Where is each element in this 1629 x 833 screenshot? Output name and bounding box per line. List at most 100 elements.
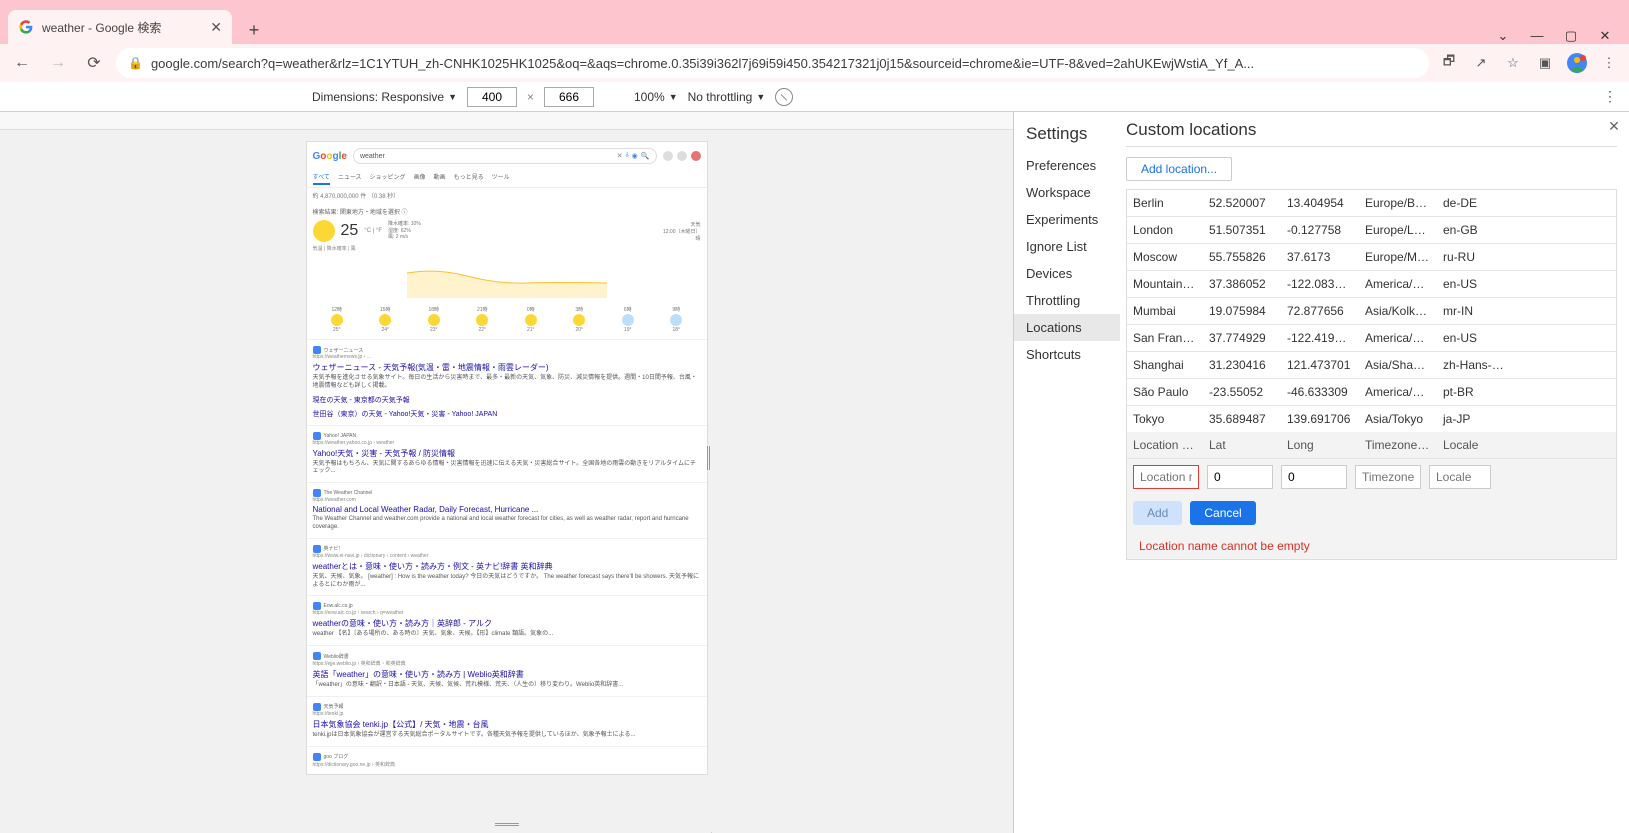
table-row[interactable]: Shanghai31.230416121.473701Asia/Shang...… — [1127, 352, 1616, 379]
settings-nav: Settings PreferencesWorkspaceExperiments… — [1014, 112, 1120, 833]
search-tab[interactable]: ショッピング — [370, 172, 406, 185]
tab-strip: weather - Google 検索 ✕ + ⌄ — ▢ ✕ — [0, 8, 1629, 44]
close-panel-icon[interactable]: ✕ — [1605, 118, 1623, 136]
search-result[interactable]: Eow.alc.co.jphttps://eow.alc.co.jp › sea… — [307, 595, 707, 645]
width-input[interactable] — [467, 87, 517, 107]
search-tab[interactable]: 動画 — [434, 172, 446, 185]
search-tab[interactable]: もっと見る — [454, 172, 484, 185]
share-icon[interactable]: ↗ — [1469, 51, 1493, 75]
search-tab[interactable]: 画像 — [414, 172, 426, 185]
table-row[interactable]: São Paulo-23.55052-46.633309America/Sa..… — [1127, 379, 1616, 406]
cancel-button[interactable]: Cancel — [1190, 501, 1255, 525]
search-tab[interactable]: ニュース — [338, 172, 362, 185]
table-row[interactable]: Tokyo35.689487139.691706Asia/Tokyoja-JP — [1127, 406, 1616, 432]
table-row[interactable]: San Francisco37.774929-122.419416America… — [1127, 325, 1616, 352]
table-row[interactable]: Berlin52.52000713.404954Europe/Berlinde-… — [1127, 190, 1616, 217]
settings-nav-preferences[interactable]: Preferences — [1014, 152, 1120, 179]
temp-unit[interactable]: °C | °F — [364, 228, 382, 234]
ruler — [0, 112, 1013, 130]
chevron-down-icon[interactable]: ⌄ — [1495, 28, 1511, 44]
settings-nav-ignore-list[interactable]: Ignore List — [1014, 233, 1120, 260]
sidepanel-icon[interactable]: ▣ — [1533, 51, 1557, 75]
emulated-page[interactable]: Google weather ✕ ⫰ ◉ 🔍 すべてニュースショッピング画像動 — [307, 142, 707, 774]
resize-handle-right[interactable] — [707, 446, 711, 470]
google-logo[interactable]: Google — [313, 151, 347, 162]
error-message: Location name cannot be empty — [1133, 533, 1316, 553]
settings-nav-throttling[interactable]: Throttling — [1014, 287, 1120, 314]
add-location-form: Add Cancel Location name cannot be empty — [1127, 459, 1616, 559]
mic-icon[interactable]: ⫰ — [626, 152, 629, 160]
hour-forecast[interactable]: 21時22° — [458, 306, 507, 333]
zoom-dropdown[interactable]: 100% ▼ — [634, 90, 678, 104]
rotate-icon[interactable] — [775, 88, 793, 106]
throttling-dropdown[interactable]: No throttling ▼ — [688, 90, 766, 104]
location-name-input[interactable] — [1133, 465, 1199, 489]
account-icon[interactable] — [691, 151, 701, 161]
search-result[interactable]: goo ブログhttps://dictionary.goo.ne.jp › 英和… — [307, 746, 707, 774]
profile-avatar[interactable] — [1565, 51, 1589, 75]
search-tab[interactable]: すべて — [313, 172, 330, 185]
close-window-icon[interactable]: ✕ — [1597, 28, 1613, 44]
address-bar[interactable]: 🔒 google.com/search?q=weather&rlz=1C1YTU… — [116, 48, 1429, 78]
resize-handle-corner[interactable] — [703, 829, 713, 833]
height-input[interactable] — [544, 87, 594, 107]
timezone-input[interactable] — [1355, 465, 1421, 489]
locations-table: Berlin52.52000713.404954Europe/Berlinde-… — [1126, 189, 1617, 560]
resize-handle-bottom[interactable] — [495, 823, 519, 827]
google-favicon-icon — [18, 19, 34, 35]
search-tabs: すべてニュースショッピング画像動画もっと見るツール — [307, 170, 707, 188]
minimize-icon[interactable]: — — [1529, 28, 1545, 44]
hour-forecast[interactable]: 6時19° — [604, 306, 653, 333]
close-tab-icon[interactable]: ✕ — [210, 19, 222, 36]
search-result[interactable]: Yahoo! JAPANhttps://weather.yahoo.co.jp … — [307, 425, 707, 483]
locale-input[interactable] — [1429, 465, 1491, 489]
settings-nav-shortcuts[interactable]: Shortcuts — [1014, 341, 1120, 368]
new-tab-button[interactable]: + — [240, 16, 268, 44]
back-button[interactable]: ← — [8, 49, 36, 77]
table-row[interactable]: London51.507351-0.127758Europe/Lon...en-… — [1127, 217, 1616, 244]
hour-forecast[interactable]: 9時18° — [652, 306, 701, 333]
add-location-button[interactable]: Add location... — [1126, 157, 1232, 181]
device-toolbar-menu-icon[interactable]: ⋮ — [1603, 88, 1617, 105]
translate-icon[interactable]: 🗗 — [1437, 51, 1461, 75]
devtools-settings-panel: Settings PreferencesWorkspaceExperiments… — [1013, 112, 1629, 833]
forward-button[interactable]: → — [44, 49, 72, 77]
settings-nav-workspace[interactable]: Workspace — [1014, 179, 1120, 206]
search-result[interactable]: The Weather Channelhttps://weather.comNa… — [307, 482, 707, 538]
settings-nav-experiments[interactable]: Experiments — [1014, 206, 1120, 233]
search-icon[interactable]: 🔍 — [641, 152, 650, 160]
hour-forecast[interactable]: 0時21° — [507, 306, 556, 333]
lon-input[interactable] — [1281, 465, 1347, 489]
add-button[interactable]: Add — [1133, 501, 1182, 525]
browser-tab[interactable]: weather - Google 検索 ✕ — [8, 10, 232, 44]
search-result[interactable]: 天気予報https://tenki.jp日本気象協会 tenki.jp【公式】/… — [307, 696, 707, 746]
dimensions-dropdown[interactable]: Dimensions: Responsive ▼ — [312, 90, 457, 104]
hour-forecast[interactable]: 12時25° — [313, 306, 362, 333]
table-row[interactable]: Mountain V...37.386052-122.083851America… — [1127, 271, 1616, 298]
lat-input[interactable] — [1207, 465, 1273, 489]
search-result[interactable]: Weblio辞書https://ejje.weblio.jp › 英和辞典・和英… — [307, 645, 707, 696]
search-result[interactable]: 英ナビ！https://www.ei-navi.jp › dictionary … — [307, 538, 707, 596]
temperature-chart — [313, 258, 701, 298]
menu-icon[interactable]: ⋮ — [1597, 51, 1621, 75]
settings-nav-locations[interactable]: Locations — [1014, 314, 1120, 341]
search-tab[interactable]: ツール — [492, 172, 510, 185]
maximize-icon[interactable]: ▢ — [1563, 28, 1579, 44]
hour-forecast[interactable]: 15時24° — [361, 306, 410, 333]
hour-forecast[interactable]: 18時23° — [410, 306, 459, 333]
search-result[interactable]: ウェザーニュースhttps://weathernews.jp › ...ウェザー… — [307, 339, 707, 425]
settings-icon[interactable] — [663, 151, 673, 161]
settings-nav-devices[interactable]: Devices — [1014, 260, 1120, 287]
table-row[interactable]: Mumbai19.07598472.877656Asia/Kolkatamr-I… — [1127, 298, 1616, 325]
table-row[interactable]: Moscow55.75582637.6173Europe/Mo...ru-RU — [1127, 244, 1616, 271]
search-box[interactable]: weather ✕ ⫰ ◉ 🔍 — [353, 148, 657, 164]
settings-title: Settings — [1014, 120, 1120, 152]
bookmark-icon[interactable]: ☆ — [1501, 51, 1525, 75]
lens-icon[interactable]: ◉ — [632, 152, 638, 160]
hour-forecast[interactable]: 3時20° — [555, 306, 604, 333]
reload-button[interactable]: ⟳ — [80, 49, 108, 77]
clear-icon[interactable]: ✕ — [617, 152, 623, 160]
result-stats: 約 4,870,000,000 件 （0.38 秒） — [307, 188, 707, 203]
weather-subtabs[interactable]: 気温 | 降水確率 | 風 — [313, 245, 701, 252]
apps-icon[interactable] — [677, 151, 687, 161]
